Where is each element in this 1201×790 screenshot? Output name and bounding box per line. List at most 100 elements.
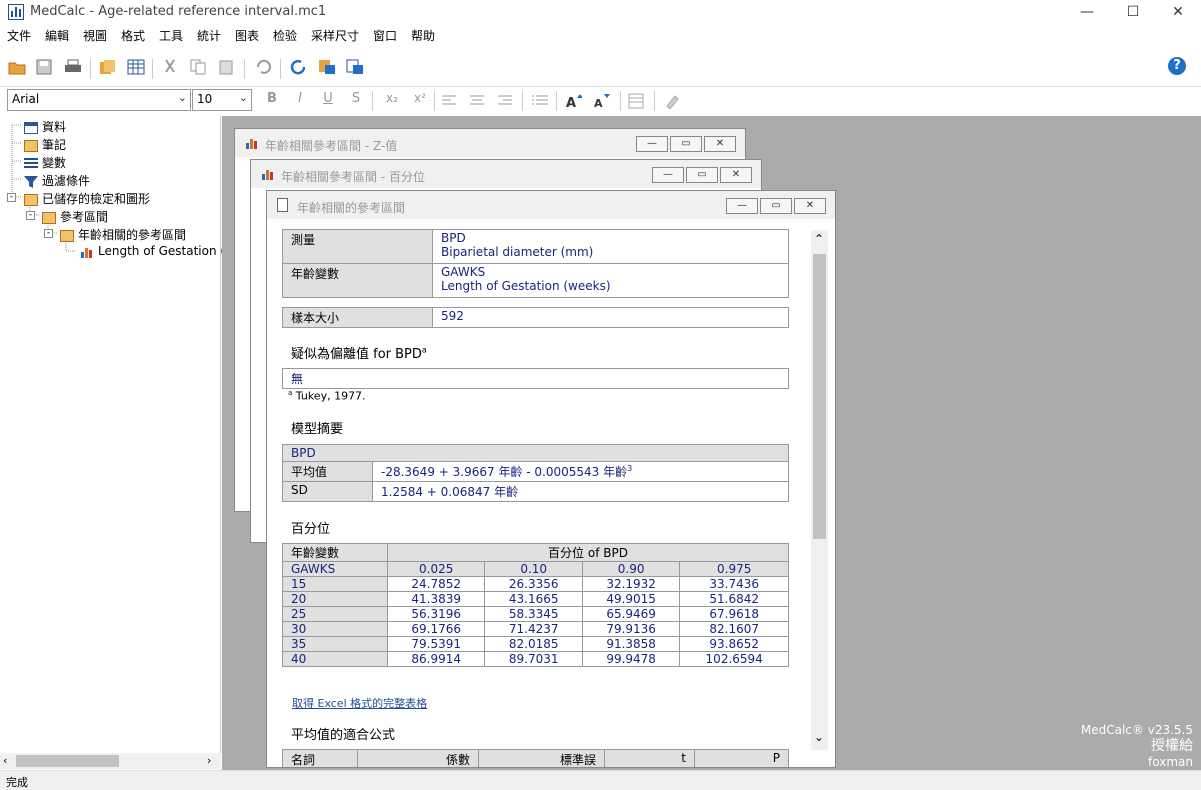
restore-button[interactable]: ▭ [670, 136, 702, 152]
close-button[interactable]: ✕ [720, 167, 752, 183]
tree-label: 年齡相關的參考區間 [78, 228, 187, 242]
close-button[interactable]: ✕ [704, 136, 736, 152]
tree-item-variables[interactable]: 變數 [24, 154, 66, 171]
underline-button[interactable]: U [318, 91, 338, 106]
strikethrough-button[interactable]: S [346, 91, 366, 106]
tree-horizontal-scrollbar[interactable]: ‹ › [0, 753, 221, 769]
bold-button[interactable]: B [262, 91, 282, 106]
mean-formula: -28.3649 + 3.9667 年齡 - 0.0005543 年齡 [381, 465, 628, 479]
window-header: 年齡相關參考區間 - 百分位 — ▭ ✕ [251, 160, 761, 188]
tree-item-filters[interactable]: 過濾條件 [24, 172, 90, 189]
menu-tests[interactable]: 检验 [273, 27, 297, 44]
separator [434, 91, 435, 111]
footnote: a Tukey, 1977. [288, 389, 366, 403]
model-heading: 模型摘要 [291, 422, 344, 437]
tree-label: 資料 [42, 120, 67, 134]
export-icon[interactable] [346, 59, 366, 79]
tree-item-reference-interval[interactable]: 參考區間 [42, 208, 108, 225]
separator [556, 91, 557, 111]
pct-col: 0.90 [581, 561, 681, 577]
scroll-down-icon[interactable]: ⌄ [814, 730, 824, 744]
copy-results-icon[interactable] [318, 59, 338, 79]
tree-item-data[interactable]: 資料 [24, 118, 66, 135]
tree-item-gestation-graph[interactable]: Length of Gestation (w [80, 244, 235, 258]
sd-formula: 1.2584 + 0.06847 年齡 [372, 481, 789, 502]
italic-button[interactable]: I [290, 91, 310, 106]
cut-icon[interactable] [162, 59, 182, 79]
restore-button[interactable]: ▭ [760, 198, 792, 214]
copy-worksheet-icon[interactable] [99, 59, 119, 79]
percentile-value: 24.7852 [386, 576, 486, 592]
paste-icon[interactable] [218, 59, 238, 79]
align-center-icon[interactable] [470, 95, 490, 115]
separator [620, 91, 621, 111]
percentile-table: 年齡變數 百分位 of BPD GAWKS 0.025 0.10 0.90 0.9… [282, 543, 789, 667]
menu-sampling[interactable]: 采样尺寸 [311, 27, 359, 44]
minimize-button[interactable]: — [652, 167, 684, 183]
separator [372, 91, 373, 111]
minimize-button[interactable]: — [1064, 0, 1110, 25]
tree-item-notes[interactable]: 筆記 [24, 136, 66, 153]
scrollbar-thumb[interactable] [813, 254, 826, 539]
scroll-up-icon[interactable]: ⌃ [814, 232, 824, 246]
spreadsheet-icon[interactable] [127, 59, 147, 79]
menu-tools[interactable]: 工具 [159, 27, 183, 44]
separator [522, 91, 523, 111]
collapse-toggle[interactable]: - [26, 211, 35, 220]
undo-icon[interactable] [254, 59, 274, 79]
align-left-icon[interactable] [442, 95, 462, 115]
font-grow-icon[interactable]: A [566, 93, 586, 113]
pct-var: GAWKS [282, 561, 388, 577]
minimize-button[interactable]: — [636, 136, 668, 152]
subscript-button[interactable]: x₂ [382, 91, 402, 105]
filter-icon [24, 175, 38, 188]
menu-file[interactable]: 文件 [7, 27, 31, 44]
collapse-toggle[interactable]: - [7, 193, 16, 202]
clear-format-icon[interactable] [664, 93, 684, 113]
open-folder-icon[interactable] [8, 59, 28, 79]
font-combo[interactable]: Arial ⌄ [7, 89, 191, 111]
tree-item-saved-tests[interactable]: 已儲存的檢定和圖形 [24, 190, 150, 207]
tree-label: Length of Gestation (w [98, 244, 235, 258]
excel-link[interactable]: 取得 Excel 格式的完整表格 [292, 695, 427, 711]
folder-icon [42, 211, 56, 224]
menu-edit[interactable]: 編輯 [45, 27, 69, 44]
print-icon[interactable] [64, 59, 84, 79]
save-icon[interactable] [36, 59, 56, 79]
size-combo[interactable]: 10 ⌄ [192, 89, 252, 111]
scrollbar-thumb[interactable] [16, 755, 119, 767]
menu-statistics[interactable]: 統计 [197, 27, 221, 44]
bullet-list-icon[interactable] [532, 95, 552, 115]
scroll-right-icon[interactable]: › [207, 754, 211, 767]
maximize-button[interactable]: ☐ [1110, 0, 1156, 25]
report-vertical-scrollbar[interactable]: ⌃ ⌄ [811, 230, 828, 750]
menu-view[interactable]: 視圖 [83, 27, 107, 44]
fit-table: 名詞 係數 標準誤 t P [282, 749, 789, 767]
menu-graphs[interactable]: 图表 [235, 27, 259, 44]
superscript-button[interactable]: x² [410, 91, 430, 105]
tree-item-age-related[interactable]: 年齡相關的參考區間 [60, 226, 186, 243]
menu-help[interactable]: 帮助 [411, 27, 435, 44]
scroll-left-icon[interactable]: ‹ [3, 754, 7, 767]
percentile-value: 89.7031 [484, 651, 583, 667]
format-table-icon[interactable] [628, 93, 648, 113]
copy-icon[interactable] [190, 59, 210, 79]
restore-button[interactable]: ▭ [686, 167, 718, 183]
refresh-icon[interactable] [290, 59, 310, 79]
window-title: 年齡相關參考區間 - 百分位 [281, 170, 425, 184]
tree-label: 過濾條件 [42, 174, 91, 188]
percentile-value: 32.1932 [581, 576, 681, 592]
license-watermark: MedCalc® v23.5.5 授權給 foxman [1081, 722, 1193, 770]
menu-window[interactable]: 窗口 [373, 27, 397, 44]
close-button[interactable]: ✕ [1155, 0, 1201, 25]
menu-format[interactable]: 格式 [121, 27, 145, 44]
font-shrink-icon[interactable]: A [594, 93, 614, 113]
close-button[interactable]: ✕ [794, 198, 826, 214]
status-text: 完成 [6, 776, 28, 789]
minimize-button[interactable]: — [726, 198, 758, 214]
row-age: 15 [282, 576, 388, 592]
align-right-icon[interactable] [498, 95, 518, 115]
help-icon[interactable]: ? [1168, 57, 1186, 75]
fit-col: 標準誤 [478, 749, 605, 767]
collapse-toggle[interactable]: - [44, 229, 53, 238]
